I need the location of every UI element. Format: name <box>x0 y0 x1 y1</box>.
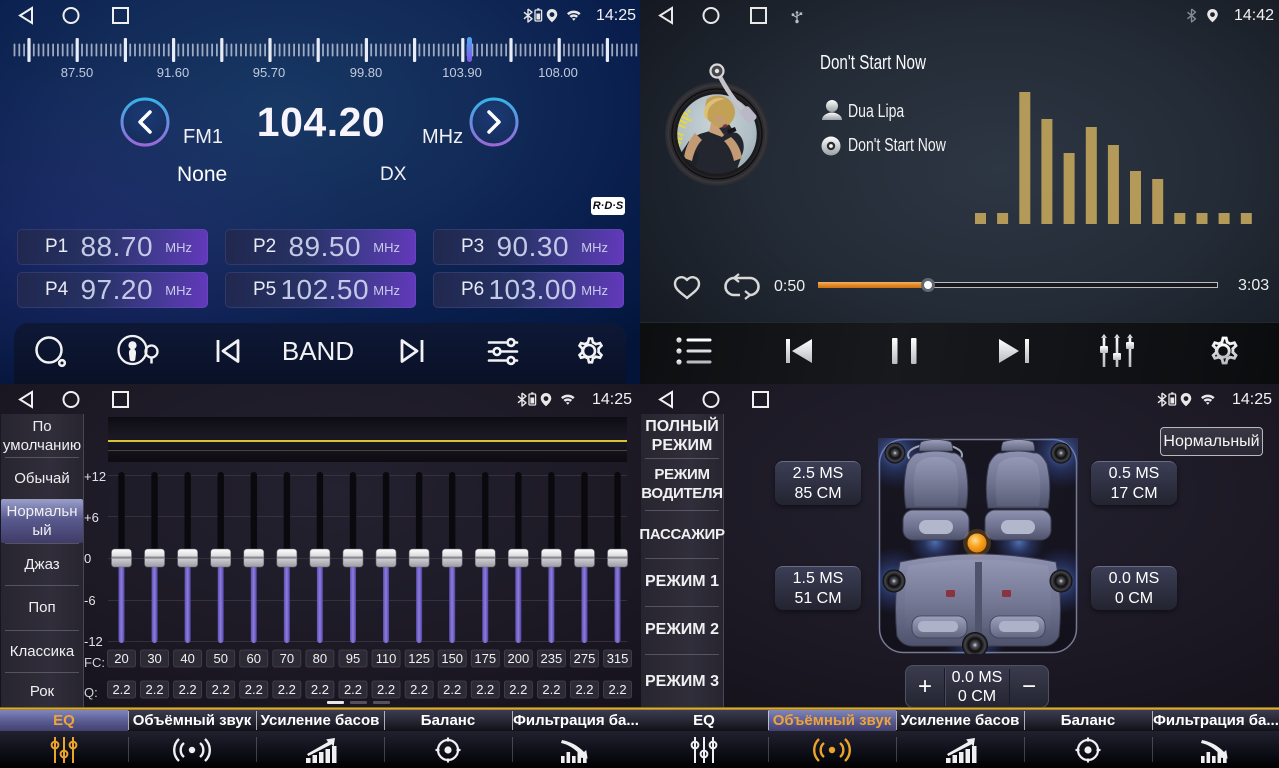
svg-text:108.00: 108.00 <box>538 65 578 80</box>
svg-text:2.2: 2.2 <box>476 682 494 697</box>
svg-text:103.90: 103.90 <box>442 65 482 80</box>
svg-text:2.2: 2.2 <box>609 682 627 697</box>
svg-text:91.60: 91.60 <box>157 65 190 80</box>
svg-text:2.2: 2.2 <box>245 682 263 697</box>
svg-text:2.2: 2.2 <box>146 682 164 697</box>
svg-text:40: 40 <box>180 651 194 666</box>
svg-text:200: 200 <box>507 651 529 666</box>
svg-text:70: 70 <box>280 651 294 666</box>
svg-text:175: 175 <box>474 651 496 666</box>
svg-text:BAND: BAND <box>282 336 354 366</box>
svg-text:275: 275 <box>574 651 596 666</box>
svg-text:110: 110 <box>376 651 397 666</box>
svg-text:315: 315 <box>607 651 629 666</box>
svg-text:2.2: 2.2 <box>344 682 362 697</box>
svg-text:2.2: 2.2 <box>112 682 130 697</box>
svg-text:2.2: 2.2 <box>377 682 395 697</box>
svg-text:30: 30 <box>147 651 161 666</box>
svg-text:2.2: 2.2 <box>542 682 560 697</box>
svg-text:125: 125 <box>408 651 430 666</box>
svg-text:80: 80 <box>313 651 327 666</box>
svg-text:235: 235 <box>541 651 563 666</box>
svg-text:87.50: 87.50 <box>61 65 94 80</box>
svg-text:2.2: 2.2 <box>311 682 329 697</box>
svg-text:2.2: 2.2 <box>410 682 428 697</box>
svg-text:2.2: 2.2 <box>179 682 197 697</box>
svg-text:150: 150 <box>441 651 463 666</box>
svg-text:99.80: 99.80 <box>350 65 383 80</box>
svg-text:95: 95 <box>346 651 360 666</box>
svg-text:2.2: 2.2 <box>443 682 461 697</box>
svg-text:2.2: 2.2 <box>575 682 593 697</box>
svg-text:2.2: 2.2 <box>509 682 527 697</box>
svg-text:60: 60 <box>247 651 261 666</box>
svg-text:2.2: 2.2 <box>278 682 296 697</box>
svg-text:2.2: 2.2 <box>212 682 230 697</box>
svg-text:95.70: 95.70 <box>253 65 286 80</box>
svg-text:20: 20 <box>114 651 128 666</box>
svg-text:50: 50 <box>213 651 227 666</box>
